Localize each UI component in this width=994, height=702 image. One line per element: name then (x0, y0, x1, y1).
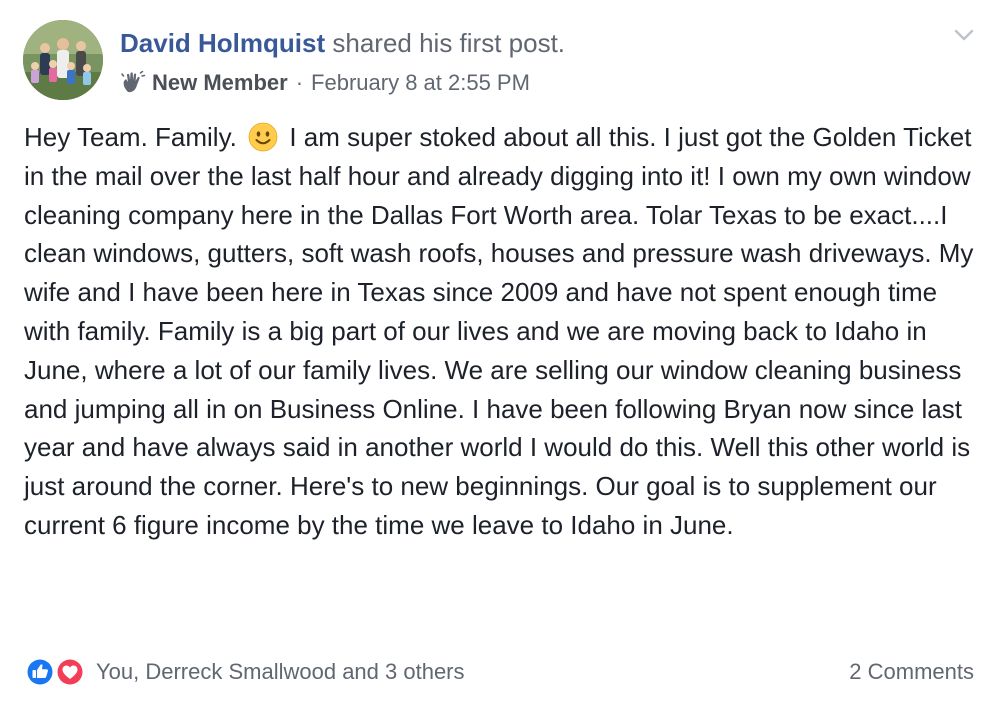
post-header: David Holmquist shared his first post. (120, 26, 565, 60)
post-options-chevron-down-icon[interactable] (952, 26, 976, 44)
comments-count-link[interactable]: 2 Comments (849, 658, 974, 686)
wave-hand-icon (120, 70, 146, 96)
meta-separator: · (295, 70, 304, 95)
smiling-face-emoji-icon (248, 122, 278, 152)
reaction-icons[interactable] (24, 656, 88, 688)
post-meta: New Member · February 8 at 2:55 PM (120, 68, 530, 98)
post-timestamp-link[interactable]: February 8 at 2:55 PM (311, 68, 530, 98)
post-text-main: I am super stoked about all this. I just… (24, 122, 974, 540)
author-avatar[interactable] (23, 20, 103, 100)
reactions-summary-link[interactable]: You, Derreck Smallwood and 3 others (96, 658, 465, 686)
post-text-intro: Hey Team. Family. (24, 122, 237, 152)
feed-post: David Holmquist shared his first post. N… (0, 0, 994, 702)
author-name-link[interactable]: David Holmquist (120, 28, 325, 58)
like-reaction-icon (26, 658, 54, 686)
post-footer: You, Derreck Smallwood and 3 others 2 Co… (0, 650, 994, 694)
love-reaction-icon (56, 658, 84, 686)
post-body-text: Hey Team. Family. I am super stoked abou… (24, 118, 974, 545)
family-photo-avatar-image (23, 20, 103, 100)
author-action-text: shared his first post. (332, 28, 566, 58)
badge-label: New Member (152, 70, 288, 95)
